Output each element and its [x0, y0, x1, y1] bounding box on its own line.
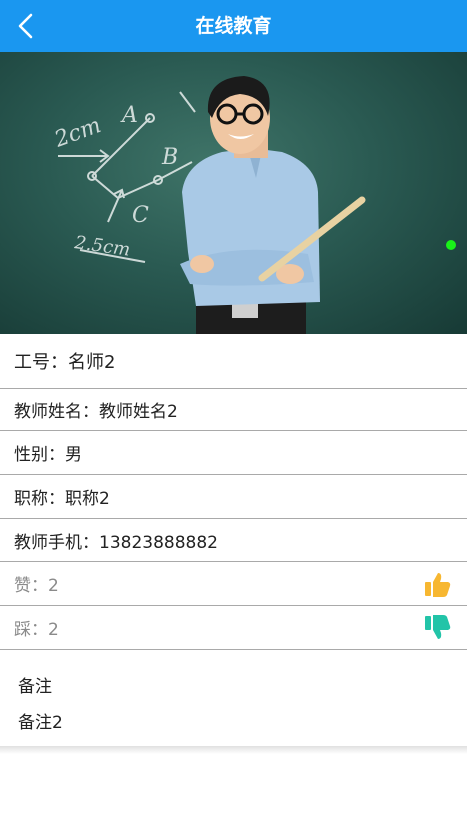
gender-text: 性别：男: [14, 445, 82, 465]
thumbs-up-icon[interactable]: [423, 570, 451, 598]
app-header: 在线教育: [0, 0, 467, 52]
chalk-label-2-5cm: 2.5cm: [72, 232, 131, 261]
chalk-label-a: A: [120, 103, 138, 128]
note-section: 备注 备注2: [0, 650, 467, 748]
chalk-label-b: B: [161, 145, 178, 170]
teacher-name-text: 教师姓名：教师姓名2: [14, 402, 178, 422]
chalk-label-2cm: 2cm: [51, 113, 105, 153]
chalk-label-c: C: [132, 203, 149, 228]
thumbs-down-icon[interactable]: [423, 614, 451, 642]
teacher-photo-illustration: 2cm A B C 2.5cm: [51, 76, 366, 334]
note-body: 备注2: [18, 713, 63, 733]
dislikes-text: 踩：2: [14, 620, 59, 640]
teacher-name-row: 教师姓名：教师姓名2: [0, 389, 467, 431]
title-row: 职称：职称2: [0, 475, 467, 519]
phone-row: 教师手机：13823888882: [0, 519, 467, 562]
likes-text: 赞：2: [14, 576, 59, 596]
title-text: 职称：职称2: [14, 489, 110, 509]
note-title: 备注: [18, 677, 52, 697]
job-number-row: 工号：名师2: [0, 334, 467, 389]
carousel-indicator[interactable]: [446, 240, 456, 250]
phone-text: 教师手机：13823888882: [14, 532, 218, 553]
likes-row: 赞：2: [0, 562, 467, 606]
teacher-photo: 2cm A B C 2.5cm: [0, 52, 467, 334]
section-shadow: [0, 746, 467, 754]
teacher-figure: [180, 76, 320, 334]
dislikes-row: 踩：2: [0, 606, 467, 650]
chalk-labels: 2cm A B C 2.5cm: [51, 103, 179, 261]
job-number-text: 工号：名师2: [14, 352, 116, 373]
page-title: 在线教育: [195, 15, 272, 37]
gender-row: 性别：男: [0, 431, 467, 475]
